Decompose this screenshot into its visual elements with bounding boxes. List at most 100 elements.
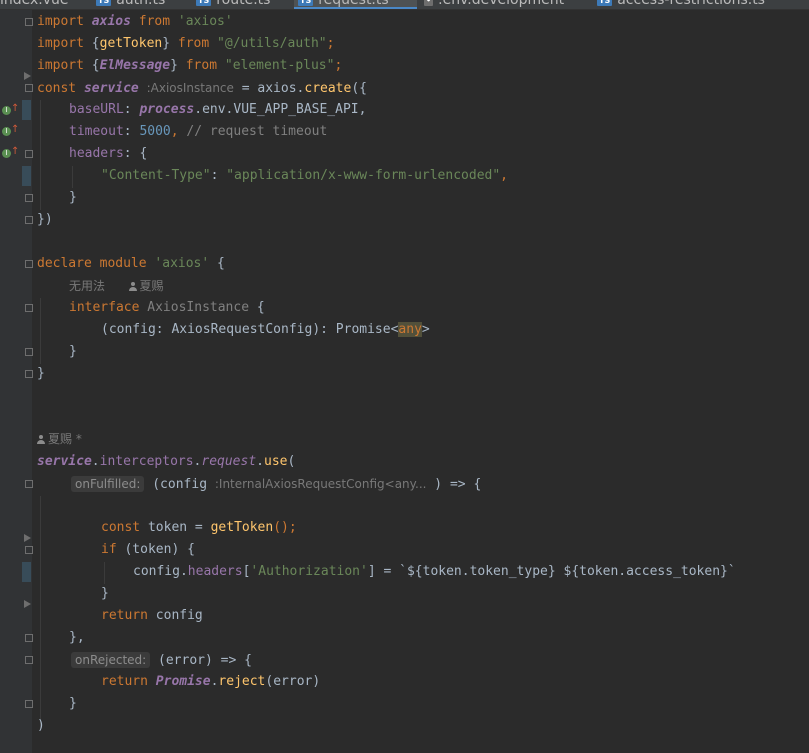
code-line[interactable]: config.headers['Authorization'] = `${tok… <box>133 561 736 583</box>
usages-hint[interactable]: 无用法 <box>69 279 105 293</box>
code-line[interactable]: (config: AxiosRequestConfig): Promise<an… <box>101 319 430 341</box>
ts-file-icon: TS <box>96 0 112 6</box>
ts-file-icon: TS <box>597 0 613 6</box>
code-line[interactable]: } <box>69 341 77 363</box>
code-line[interactable]: const service :AxiosInstance = axios.cre… <box>37 77 367 99</box>
code-line[interactable]: import {ElMessage} from "element-plus"; <box>37 55 342 77</box>
code-line[interactable]: timeout: 5000, // request timeout <box>69 121 327 143</box>
token: baseURL <box>69 102 124 117</box>
code-line[interactable]: service.interceptors.request.use( <box>37 451 295 473</box>
fold-marker-icon[interactable] <box>25 18 33 26</box>
token: module <box>99 256 147 271</box>
token: : <box>123 102 140 117</box>
token: ( <box>287 454 296 469</box>
vcs-change-marker[interactable] <box>22 562 31 582</box>
fold-collapsed-icon[interactable] <box>24 534 31 542</box>
code-line[interactable]: return config <box>101 605 203 627</box>
fold-marker-icon[interactable] <box>25 260 33 268</box>
code-line[interactable]: import axios from 'axios' <box>37 11 233 33</box>
fold-marker-icon[interactable] <box>25 304 33 312</box>
token: 'axios' <box>177 14 233 29</box>
override-arrow-icon[interactable]: ↑ <box>11 125 19 135</box>
person-icon <box>128 282 137 291</box>
code-line[interactable]: ) <box>37 715 45 737</box>
fold-marker-icon[interactable] <box>25 150 33 158</box>
parameter-hint: onFulfilled: <box>71 476 145 492</box>
tab-auth-ts[interactable]: TS auth.ts <box>96 0 176 9</box>
override-arrow-icon[interactable]: ↑ <box>11 147 19 157</box>
token: = axios. <box>233 81 305 96</box>
token: config. <box>133 564 188 579</box>
token: ; <box>326 36 335 51</box>
token: import <box>37 14 84 29</box>
fold-marker-icon[interactable] <box>25 348 33 356</box>
code-line[interactable]: if (token) { <box>101 539 195 561</box>
implementation-icon[interactable]: I <box>2 149 11 158</box>
tab-access-restrictions-ts[interactable]: TS access-restrictions.ts <box>597 0 797 9</box>
code-line[interactable]: } <box>69 693 77 715</box>
token: create <box>304 81 352 96</box>
token: , <box>170 124 187 139</box>
code-vision-hint[interactable]: 夏赐 * <box>37 428 82 450</box>
fold-marker-icon[interactable] <box>25 700 33 708</box>
code-line[interactable]: return Promise.reject(error) <box>101 671 320 693</box>
code-line[interactable]: declare module 'axios' { <box>37 253 225 275</box>
code-line[interactable]: onFulfilled: (config :InternalAxiosReque… <box>71 473 481 495</box>
editor-tab-strip: index.vue TS auth.ts TS route.ts TS request… <box>0 0 809 10</box>
fold-collapsed-icon[interactable] <box>24 72 31 80</box>
token: ; <box>334 58 343 73</box>
tab-request-ts[interactable]: TS request.ts <box>294 0 417 9</box>
code-line[interactable]: const token = getToken(); <box>101 517 297 539</box>
tab-label: access-restrictions.ts <box>617 0 765 8</box>
override-arrow-icon[interactable]: ↑ <box>11 104 19 114</box>
implementation-icon[interactable]: I <box>2 127 11 136</box>
code-line[interactable]: } <box>101 583 109 605</box>
author-hint[interactable]: 夏赐 <box>128 279 164 293</box>
token: AxiosInstance <box>147 300 250 315</box>
token: // request timeout <box>186 124 328 139</box>
person-icon <box>37 435 45 444</box>
code-line[interactable]: baseURL: process.env.VUE_APP_BASE_API, <box>69 99 366 121</box>
fold-marker-icon[interactable] <box>25 634 33 642</box>
code-line[interactable]: }, <box>69 627 85 649</box>
type-hint: :InternalAxiosRequestConfig<any... <box>214 477 427 491</box>
modified-mark: * <box>75 432 82 446</box>
tab-route-ts[interactable]: TS route.ts <box>196 0 278 9</box>
implementation-icon[interactable]: I <box>2 106 11 115</box>
token: declare <box>37 256 92 271</box>
token: (config <box>152 477 215 492</box>
author-hint[interactable]: 夏赐 * <box>37 432 82 446</box>
code-line[interactable]: interface AxiosInstance { <box>69 297 265 319</box>
fold-marker-icon[interactable] <box>25 84 33 92</box>
code-line[interactable]: }) <box>37 209 53 231</box>
fold-marker-icon[interactable] <box>25 370 33 378</box>
tab-label: request.ts <box>318 0 389 8</box>
fold-collapsed-icon[interactable] <box>24 600 31 608</box>
fold-marker-icon[interactable] <box>25 656 33 664</box>
parameter-hint: onRejected: <box>71 652 151 668</box>
code-line[interactable]: } <box>69 187 77 209</box>
code-line[interactable]: import {getToken} from "@/utils/auth"; <box>37 33 334 55</box>
token: . <box>256 454 264 469</box>
vcs-change-marker[interactable] <box>22 100 31 120</box>
token: } <box>37 366 45 381</box>
token: { <box>91 58 100 73</box>
tab-index-vue[interactable]: index.vue <box>0 0 80 9</box>
code-vision-hint[interactable]: 无用法 夏赐 <box>69 275 164 297</box>
fold-marker-icon[interactable] <box>25 194 33 202</box>
code-line[interactable]: onRejected: (error) => { <box>71 649 252 671</box>
code-line[interactable]: "Content-Type": "application/x-www-form-… <box>101 165 508 187</box>
fold-marker-icon[interactable] <box>25 480 33 488</box>
tab-env-development[interactable]: • .env.development <box>424 0 579 9</box>
token: use <box>264 454 288 469</box>
indent-guide <box>72 166 73 188</box>
token: 'axios' <box>154 256 210 271</box>
fold-marker-icon[interactable] <box>25 546 33 554</box>
token: import <box>37 58 84 73</box>
vcs-change-marker[interactable] <box>22 166 31 186</box>
code-line[interactable]: } <box>37 363 45 385</box>
type-hint: :AxiosInstance <box>146 81 234 95</box>
code-line[interactable]: headers: { <box>69 143 147 165</box>
fold-marker-icon[interactable] <box>25 216 33 224</box>
tab-label: index.vue <box>0 0 69 8</box>
